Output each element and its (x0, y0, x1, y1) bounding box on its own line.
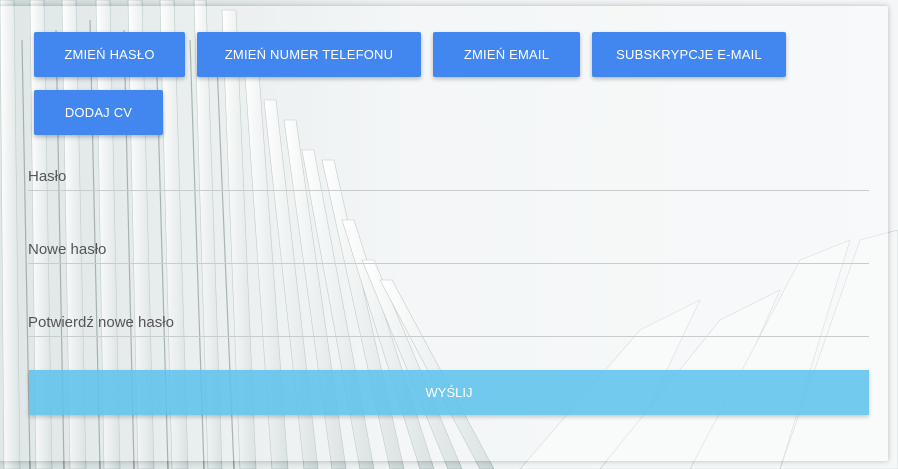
password-field[interactable]: Hasło (28, 168, 873, 200)
password-input[interactable] (28, 168, 873, 200)
change-password-tab-button[interactable]: ZMIEŃ HASŁO (34, 32, 185, 77)
add-cv-tab-button[interactable]: DODAJ CV (34, 90, 163, 135)
submit-button[interactable]: WYŚLIJ (29, 370, 869, 415)
password-underline (28, 190, 869, 191)
new-password-underline (28, 263, 869, 264)
confirm-password-field[interactable]: Potwierdź nowe hasło (28, 314, 873, 346)
new-password-field[interactable]: Nowe hasło (28, 241, 873, 273)
new-password-input[interactable] (28, 241, 873, 273)
change-email-tab-button[interactable]: ZMIEŃ EMAIL (433, 32, 580, 77)
confirm-password-input[interactable] (28, 314, 873, 346)
email-subscriptions-tab-button[interactable]: SUBSKRYPCJE E-MAIL (592, 32, 786, 77)
confirm-password-underline (28, 336, 869, 337)
change-phone-tab-button[interactable]: ZMIEŃ NUMER TELEFONU (197, 32, 421, 77)
